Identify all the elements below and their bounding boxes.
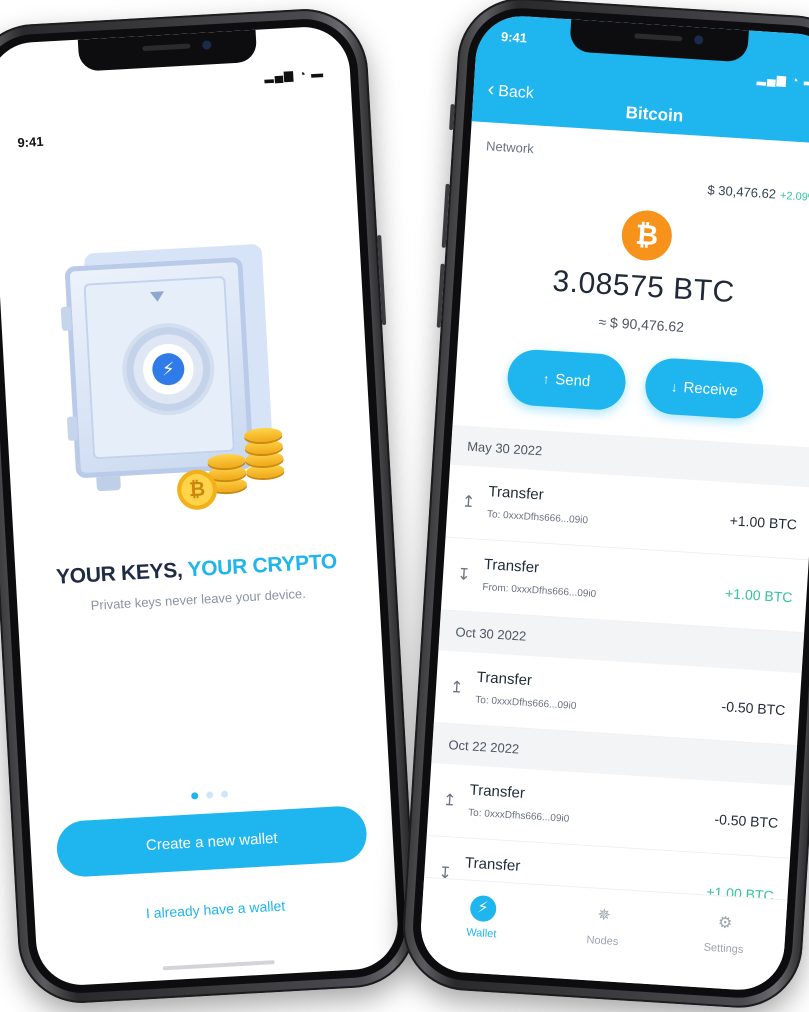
arrow-up-tray-icon: ↥ (461, 493, 476, 512)
send-button[interactable]: ↑ Send (505, 348, 628, 412)
wallet-screen: 9:41 ▂▄▆ ◔ ▬ ‹ Back Bitcoin Network $ 30,… (418, 13, 809, 993)
transaction-title: Transfer (469, 781, 526, 802)
nodes-icon: ✵ (596, 906, 612, 925)
arrow-up-icon: ↑ (542, 370, 550, 387)
price-change: +2.09% (779, 189, 809, 205)
safe-indicator-icon (149, 291, 165, 303)
power-button (377, 235, 387, 326)
transaction-title: Transfer (483, 555, 540, 577)
transaction-address: To: 0xxxDfhs666...09i0 (486, 509, 589, 527)
create-wallet-button[interactable]: Create a new wallet (55, 804, 369, 879)
transaction-address: To: 0xxxDfhs666...09i0 (467, 807, 570, 825)
tab-wallet[interactable]: ⚡ Wallet (418, 878, 545, 977)
wallet-phone: 9:41 ▂▄▆ ◔ ▬ ‹ Back Bitcoin Network $ 30,… (399, 0, 809, 1012)
status-time: 9:41 (500, 28, 528, 46)
mute-switch (449, 103, 455, 131)
safe-icon: ⚡ (60, 256, 255, 479)
phone-bezel: 9:41 ▂▄▆ ◔ ▬ ⚡ ₿ YOUR KEYS, YOUR CRYPTO … (0, 16, 409, 996)
receive-button[interactable]: ↓ Receive (643, 356, 765, 421)
transaction-address: From: 0xxxDfhs666...09i0 (482, 581, 597, 601)
volume-up-button (441, 183, 450, 248)
tab-label: Settings (703, 941, 744, 956)
tab-nodes[interactable]: ✵ Nodes (539, 885, 666, 984)
network-label[interactable]: Network (486, 138, 535, 156)
bolt-icon: ⚡ (151, 352, 186, 387)
send-label: Send (554, 370, 591, 390)
transaction-address: To: 0xxxDfhs666...09i0 (474, 694, 577, 713)
coin-price: $ 30,476.62 +2.09% (707, 182, 809, 204)
phone-bezel: 9:41 ▂▄▆ ◔ ▬ ‹ Back Bitcoin Network $ 30,… (409, 5, 809, 1001)
tab-label: Wallet (465, 926, 497, 941)
onboarding-phone: 9:41 ▂▄▆ ◔ ▬ ⚡ ₿ YOUR KEYS, YOUR CRYPTO … (0, 5, 420, 1007)
transaction-list[interactable]: May 30 2022 ↥ Transfer To: 0xxxDfhs666...09… (424, 424, 809, 901)
safe-foot (96, 476, 121, 492)
transaction-title: Transfer (476, 668, 533, 690)
price-value: $ 30,476.62 (707, 182, 777, 202)
arrow-down-tray-icon: ↧ (456, 566, 472, 585)
transaction-amount: +1.00 BTC (724, 585, 793, 606)
notch (77, 29, 258, 72)
transaction-title: Transfer (464, 854, 521, 875)
arrow-down-icon: ↓ (670, 378, 679, 395)
safe-hinge (66, 416, 79, 441)
status-icons: ▂▄▆ ◔ ▬ (263, 66, 325, 84)
tab-settings[interactable]: ⚙ Settings (660, 893, 787, 992)
status-time: 9:41 (17, 133, 44, 151)
receive-label: Receive (682, 378, 739, 400)
transaction-amount: +1.00 BTC (729, 512, 798, 533)
existing-wallet-link[interactable]: I already have a wallet (34, 891, 396, 927)
transaction-amount: -0.50 BTC (714, 810, 779, 831)
bitcoin-logo-icon: ₿ (620, 209, 674, 263)
transaction-amount: -0.50 BTC (721, 698, 786, 719)
pagination-dot[interactable] (220, 790, 228, 798)
wallet-bolt-icon: ⚡ (469, 894, 497, 923)
page-title: Bitcoin (625, 102, 684, 126)
onboarding-screen: 9:41 ▂▄▆ ◔ ▬ ⚡ ₿ YOUR KEYS, YOUR CRYPTO … (0, 24, 401, 988)
safe-illustration: ⚡ ₿ (55, 227, 320, 511)
status-icons: ▂▄▆ ◔ ▬ (756, 71, 809, 89)
pagination-dot-active[interactable] (190, 792, 198, 800)
arrow-up-tray-icon: ↥ (442, 791, 457, 810)
gear-icon: ⚙ (717, 914, 733, 933)
volume-down-button (436, 263, 445, 328)
safe-hinge (60, 306, 73, 332)
transaction-title: Transfer (487, 483, 545, 504)
tab-label: Nodes (586, 934, 619, 949)
headline-accent: YOUR CRYPTO (186, 550, 338, 582)
arrow-up-tray-icon: ↥ (449, 679, 464, 697)
pagination-dot[interactable] (205, 791, 213, 799)
headline-text: YOUR KEYS, (55, 558, 189, 589)
home-indicator (162, 960, 275, 971)
